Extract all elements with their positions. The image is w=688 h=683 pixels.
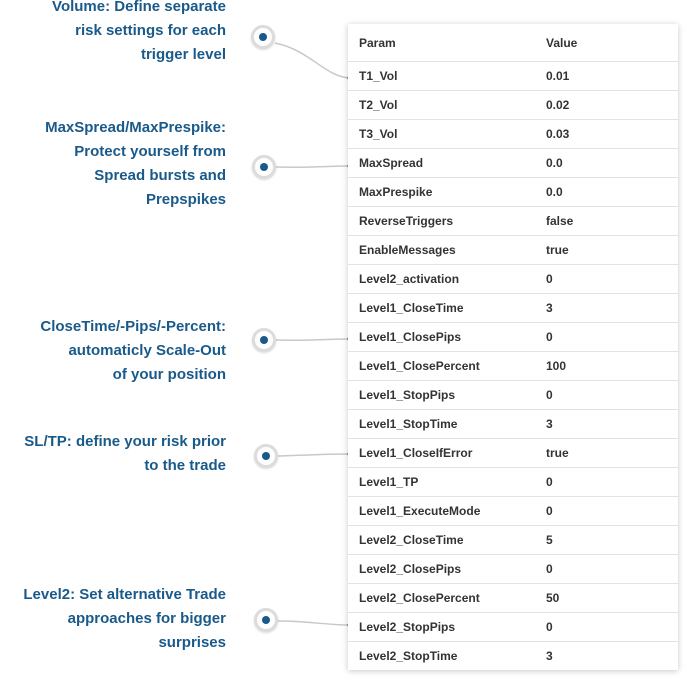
param-value: true [546,438,678,468]
param-name: MaxSpread [348,148,546,178]
marker-icon [254,444,278,468]
annotation-level2: Level2: Set alternative Trade approaches… [23,583,226,655]
annotation-line: Spread bursts and [94,167,226,184]
annotation-line: automaticly Scale-Out [68,342,226,359]
param-name: T1_Vol [348,61,546,91]
param-value: 0.03 [546,119,678,149]
table-row: Level1_CloseTime 3 [348,293,678,323]
header-param: Param [348,24,546,62]
param-value: 5 [546,525,678,555]
table-row: Level2_ClosePercent 50 [348,583,678,613]
param-name: Level1_StopTime [348,409,546,439]
table-row: ReverseTriggers false [348,206,678,236]
param-value: 3 [546,293,678,323]
param-name: Level1_ExecuteMode [348,496,546,526]
param-value: 3 [546,409,678,439]
param-value: 0 [546,554,678,584]
annotation-volume: Volume: Define separate risk settings fo… [52,0,226,67]
table-row: Level1_ExecuteMode 0 [348,496,678,526]
annotation-line: to the trade [144,457,226,474]
param-value: 0.0 [546,177,678,207]
param-value: 0 [546,322,678,352]
annotation-line: Protect yourself from [74,143,226,160]
param-name: Level1_ClosePips [348,322,546,352]
annotation-line: Level2: Set alternative Trade [23,586,226,603]
param-name: MaxPrespike [348,177,546,207]
connector-volume [274,42,351,79]
param-name: Level1_ClosePercent [348,351,546,381]
param-name: Level2_CloseTime [348,525,546,555]
param-value: false [546,206,678,236]
table-row: Level1_ClosePercent 100 [348,351,678,381]
annotation-maxspread: MaxSpread/MaxPrespike: Protect yourself … [45,116,226,212]
param-name: EnableMessages [348,235,546,265]
connector-close-settings [275,338,351,342]
annotation-line: trigger level [140,46,226,63]
annotation-sl-tp: SL/TP: define your risk prior to the tra… [24,430,226,478]
param-value: 50 [546,583,678,613]
table-header-row: Param Value [348,24,678,62]
param-value: 0 [546,612,678,642]
marker-icon [252,155,276,179]
table-row: EnableMessages true [348,235,678,265]
param-value: true [546,235,678,265]
param-value: 0 [546,264,678,294]
param-name: Level2_ClosePips [348,554,546,584]
table-row: T1_Vol 0.01 [348,61,678,91]
table-row: Level1_StopPips 0 [348,380,678,410]
param-value: 0 [546,496,678,526]
annotation-line: risk settings for each [75,22,226,39]
table-row: Level2_StopPips 0 [348,612,678,642]
param-name: Level1_StopPips [348,380,546,410]
param-name: Level2_activation [348,264,546,294]
table-row: Level1_StopTime 3 [348,409,678,439]
param-value: 0 [546,467,678,497]
table-row: Level2_ClosePips 0 [348,554,678,584]
annotation-line: approaches for bigger [67,610,226,627]
header-value: Value [546,24,678,62]
param-table: Param Value T1_Vol 0.01 T2_Vol 0.02 T3_Vol… [348,24,678,670]
connector-maxspread [275,165,351,169]
table-row: Level1_ClosePips 0 [348,322,678,352]
annotation-line: CloseTime/-Pips/-Percent: [40,318,226,335]
table-row: T2_Vol 0.02 [348,90,678,120]
annotation-line: SL/TP: define your risk prior [24,433,226,450]
table-row: Level1_TP 0 [348,467,678,497]
param-name: T2_Vol [348,90,546,120]
param-name: T3_Vol [348,119,546,149]
annotation-line: of your position [112,366,226,383]
param-name: Level1_TP [348,467,546,497]
table-row: Level2_CloseTime 5 [348,525,678,555]
connector-level2 [277,620,351,626]
table-row: Level2_StopTime 3 [348,642,678,671]
marker-icon [251,25,275,49]
param-name: Level2_StopTime [359,649,458,663]
annotation-line: Volume: Define separate [52,0,226,15]
annotation-line: surprises [158,634,226,651]
table-row: Level2_activation 0 [348,264,678,294]
param-name: ReverseTriggers [348,206,546,236]
table-row: T3_Vol 0.03 [348,119,678,149]
param-name: Level1_CloseTime [348,293,546,323]
marker-icon [252,328,276,352]
param-value: 0.02 [546,90,678,120]
param-value: 0 [546,380,678,410]
table-row: MaxSpread 0.0 [348,148,678,178]
table-row: MaxPrespike 0.0 [348,177,678,207]
marker-icon [254,608,278,632]
table-row: Level1_CloseIfError true [348,438,678,468]
param-name: Level1_CloseIfError [348,438,546,468]
param-value: 100 [546,351,678,381]
annotation-line: Prepspikes [145,191,226,208]
param-value: 3 [546,649,553,663]
param-name: Level2_ClosePercent [348,583,546,613]
param-value: 0.0 [546,148,678,178]
param-name: Level2_StopPips [348,612,546,642]
param-value: 0.01 [546,61,678,91]
annotation-close-settings: CloseTime/-Pips/-Percent: automaticly Sc… [40,315,226,387]
annotation-line: MaxSpread/MaxPrespike: [45,119,226,136]
connector-sl-tp [277,453,351,457]
